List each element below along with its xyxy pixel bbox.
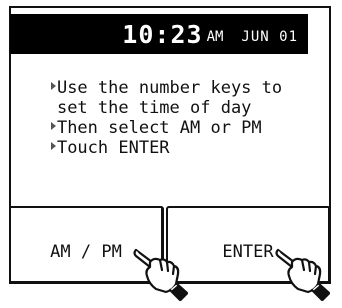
instruction-line-text: Use the number keys to — [56, 78, 283, 98]
instruction-line-text: Touch ENTER — [56, 138, 170, 158]
triangle-bullet-icon — [50, 82, 56, 90]
enter-button-label: ENTER — [222, 241, 274, 262]
am-pm-button-label: AM / PM — [50, 241, 122, 262]
triangle-bullet-icon — [50, 122, 56, 130]
clock-meridiem: AM — [206, 29, 224, 45]
instruction-line: Use the number keys to — [10, 58, 310, 98]
clock-date: JUN 01 — [241, 29, 298, 45]
clock-header: 10:23 AM JUN 01 — [10, 14, 308, 54]
triangle-bullet-icon — [50, 142, 56, 150]
instruction-line-text: Then select AM or PM — [56, 118, 262, 138]
pointing-hand-icon — [275, 248, 331, 302]
instructions-text: Use the number keys to set the time of d… — [10, 58, 310, 158]
clock-time: 10:23 — [122, 19, 203, 49]
pointing-hand-icon — [133, 248, 189, 302]
instruction-line-text: set the time of day — [56, 98, 252, 118]
